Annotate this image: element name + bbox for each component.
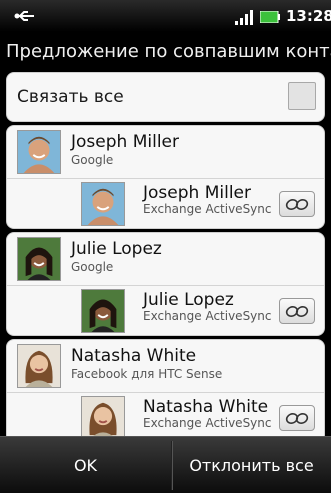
link-icon [285,199,309,210]
avatar [81,182,125,226]
contact-name: Natasha White [143,397,269,417]
primary-contact-row[interactable]: Joseph Miller Google [7,126,324,178]
match-group-2: Julie Lopez Google Julie Lopez Exchange … [6,232,325,336]
match-group-1: Joseph Miller Google Joseph Miller Excha… [6,125,325,229]
page-title: Предложение по совпавшим конта [6,41,331,62]
title-bar: Предложение по совпавшим конта [0,32,331,72]
avatar [17,237,61,281]
link-button[interactable] [279,191,315,217]
contact-source: Exchange ActiveSync [143,309,271,323]
contact-source: Facebook для HTC Sense [71,367,223,381]
contact-source: Google [71,153,114,167]
avatar [81,289,125,333]
link-button[interactable] [279,298,315,324]
primary-contact-row[interactable]: Julie Lopez Google [7,233,324,285]
match-group-3: Natasha White Facebook для HTC Sense Nat… [6,339,325,443]
battery-icon [260,11,280,23]
link-all-checkbox[interactable] [288,82,316,110]
matched-contact-row[interactable]: Joseph Miller Exchange ActiveSync [7,179,324,228]
link-icon [285,306,309,317]
link-icon [285,413,309,424]
usb-icon [14,11,34,21]
suggestion-list[interactable]: Связать все Joseph Miller Google Joseph … [6,72,325,443]
matched-contact-row[interactable]: Julie Lopez Exchange ActiveSync [7,286,324,335]
bottom-bar: OK Отклонить все [0,436,331,493]
contact-source: Google [71,260,114,274]
contact-name: Julie Lopez [71,239,162,259]
contact-name: Julie Lopez [143,290,234,310]
link-button[interactable] [279,405,315,431]
ok-button[interactable]: OK [0,437,171,493]
status-bar: 13:28 [0,0,331,32]
decline-all-button[interactable]: Отклонить все [172,437,331,493]
status-time: 13:28 [286,7,331,25]
contact-source: Exchange ActiveSync [143,202,271,216]
link-all-row[interactable]: Связать все [6,72,325,122]
signal-icon [235,10,253,25]
avatar [81,396,125,440]
contact-source: Exchange ActiveSync [143,416,271,430]
contact-name: Natasha White [71,346,197,366]
avatar [17,344,61,388]
avatar [17,130,61,174]
primary-contact-row[interactable]: Natasha White Facebook для HTC Sense [7,340,324,392]
contact-name: Joseph Miller [143,183,251,203]
contact-name: Joseph Miller [71,132,179,152]
link-all-label: Связать все [17,87,124,107]
